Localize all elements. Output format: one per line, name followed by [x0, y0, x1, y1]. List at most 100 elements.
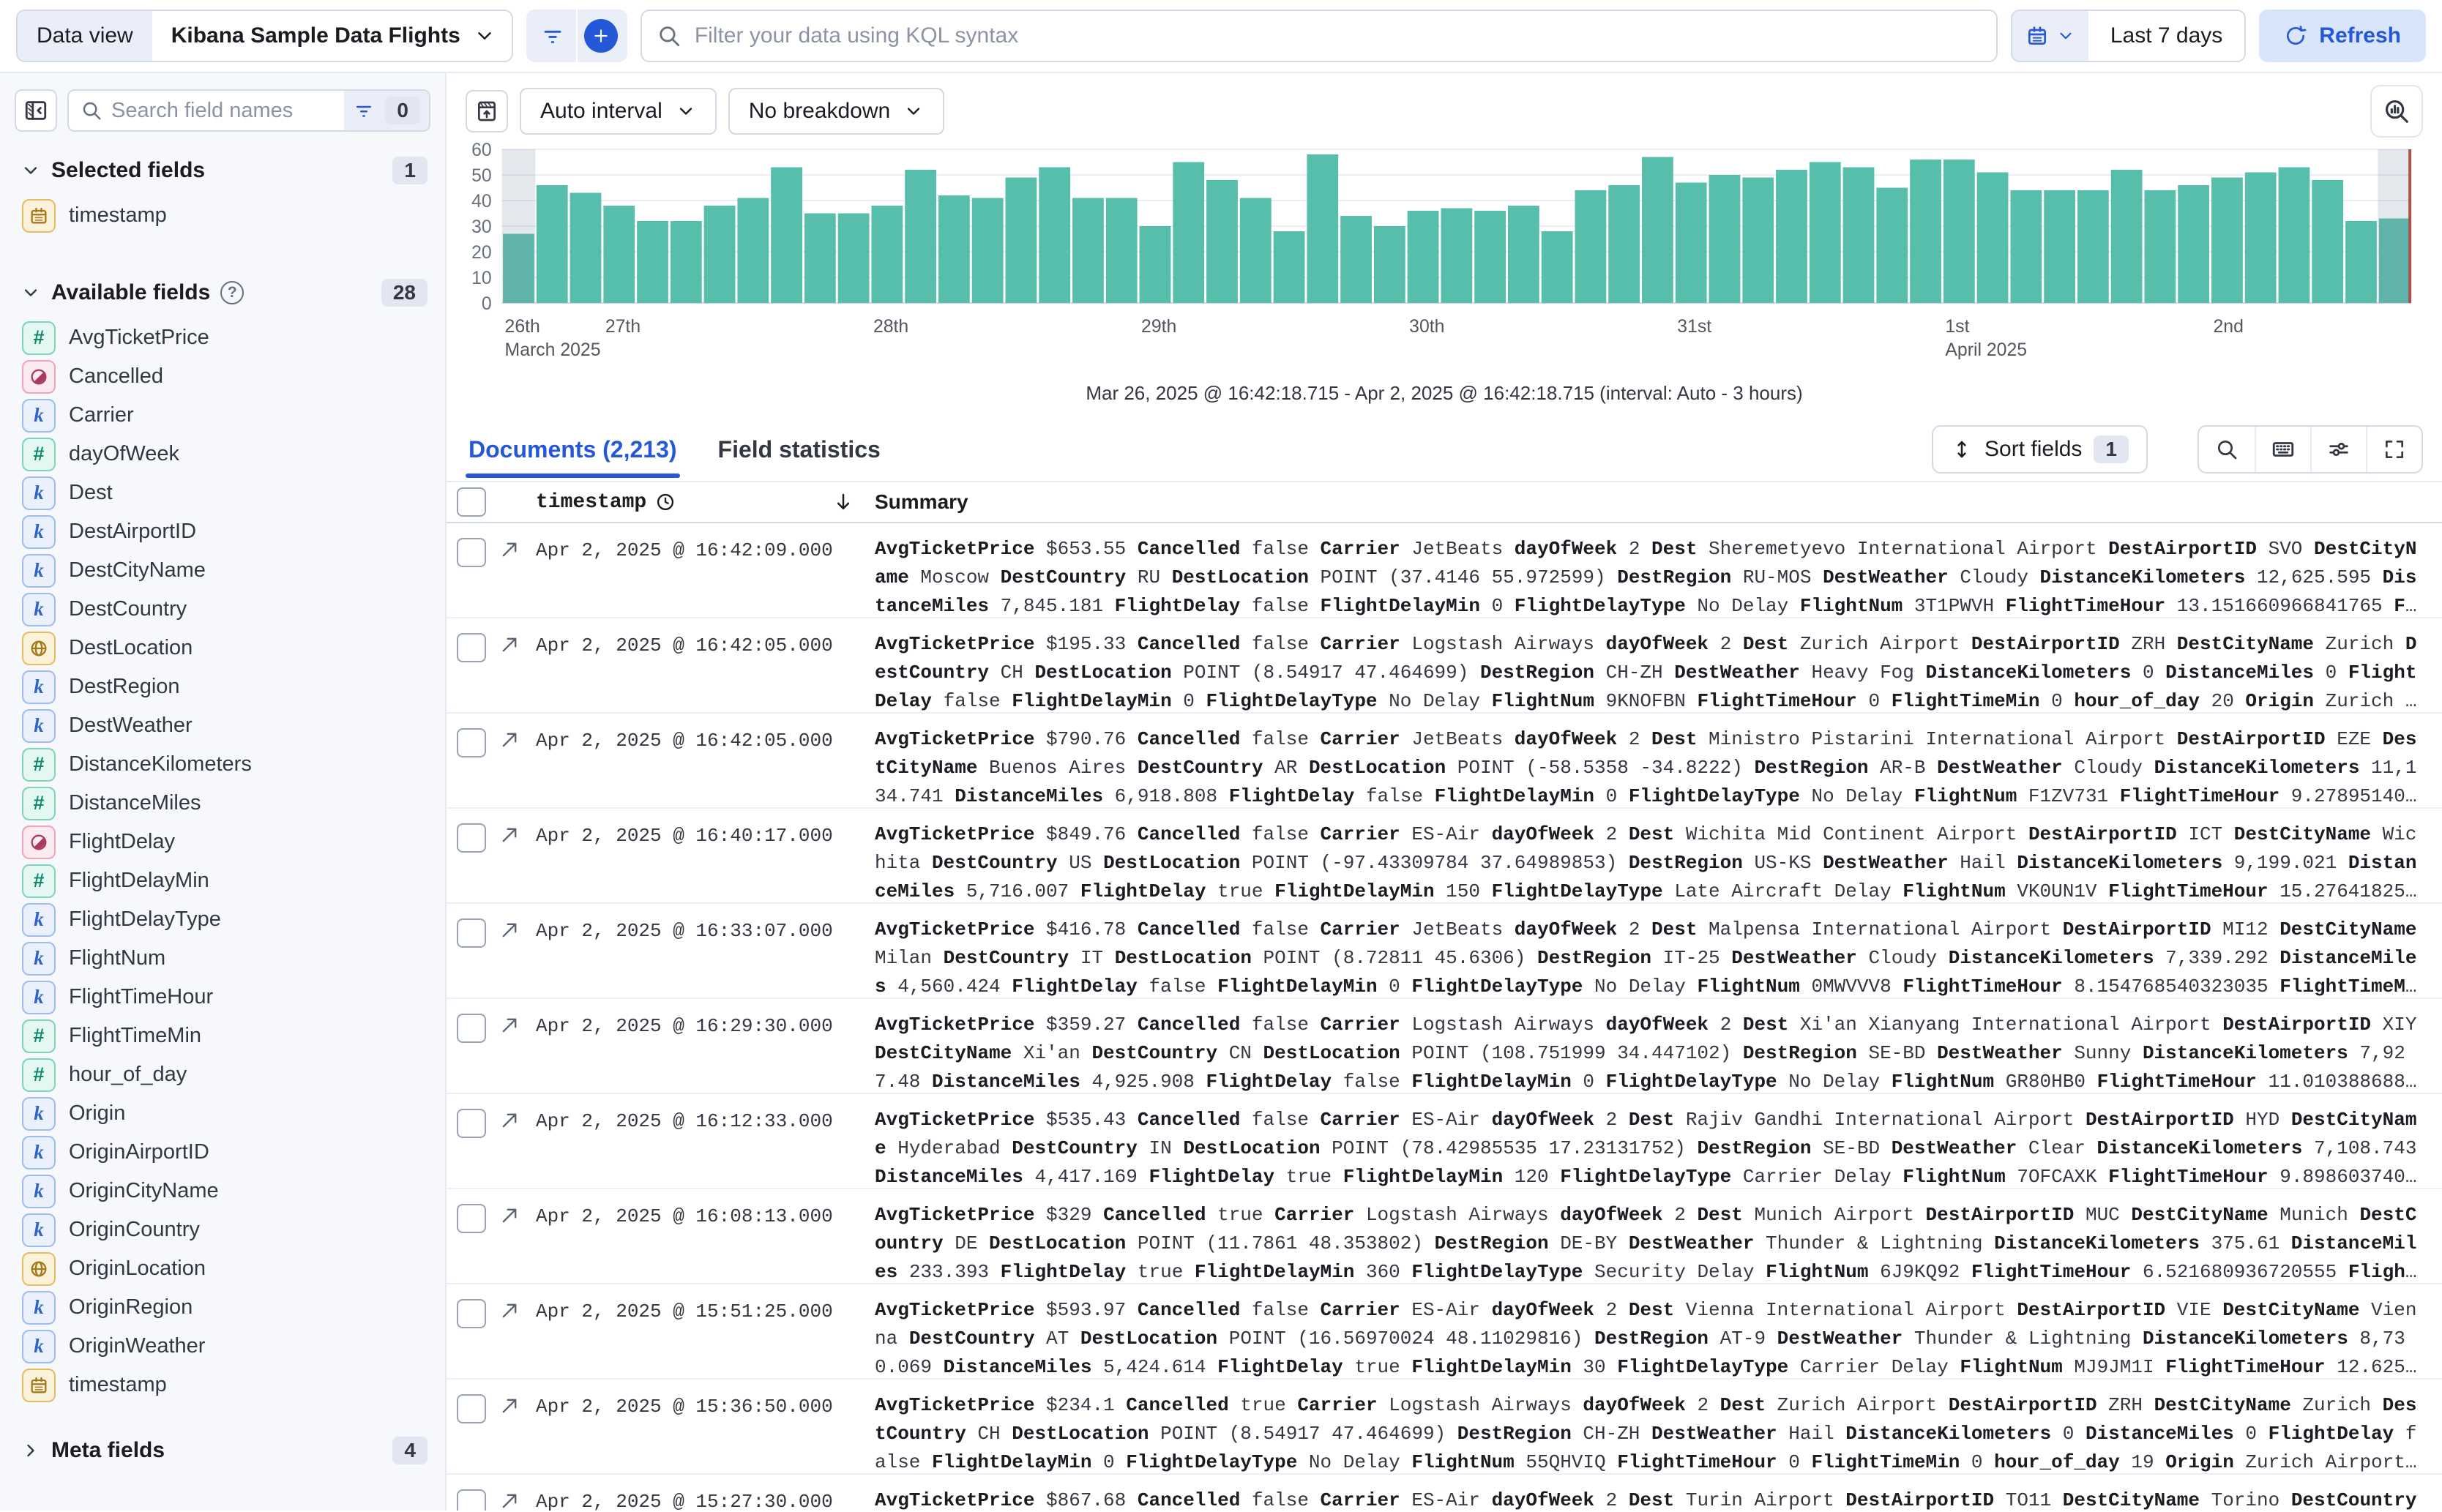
row-checkbox[interactable]	[457, 1204, 486, 1233]
available-fields-header[interactable]: Available fields ? 28	[20, 279, 427, 307]
field-search-input[interactable]	[110, 98, 344, 124]
expand-row-icon[interactable]	[499, 1300, 520, 1321]
field-filter-icon[interactable]	[353, 100, 375, 121]
fullscreen-button[interactable]	[2366, 427, 2422, 472]
filter-menu-button[interactable]	[529, 12, 576, 59]
field-item-DistanceKilometers[interactable]: #DistanceKilometers	[15, 745, 430, 784]
keyboard-shortcuts-button[interactable]	[2255, 427, 2310, 472]
expand-row-icon[interactable]	[499, 730, 520, 750]
field-name: Carrier	[69, 403, 134, 427]
field-item-DestRegion[interactable]: kDestRegion	[15, 667, 430, 706]
field-item-Cancelled[interactable]: Cancelled	[15, 357, 430, 396]
field-search-control[interactable]: 0	[67, 89, 430, 132]
time-range-value[interactable]: Last 7 days	[2088, 11, 2244, 61]
expand-row-icon[interactable]	[499, 1205, 520, 1226]
expand-row-icon[interactable]	[499, 825, 520, 845]
field-item-OriginLocation[interactable]: OriginLocation	[15, 1249, 430, 1288]
interval-selector[interactable]: Auto interval	[520, 88, 717, 135]
field-item-timestamp[interactable]: timestamp	[15, 1366, 430, 1404]
row-checkbox[interactable]	[457, 918, 486, 948]
histogram-chart[interactable]: 010203040506026thMarch 202527th28th29th3…	[447, 142, 2442, 375]
field-item-FlightNum[interactable]: kFlightNum	[15, 939, 430, 978]
meta-fields-header[interactable]: Meta fields 4	[20, 1437, 427, 1464]
field-item-FlightTimeMin[interactable]: #FlightTimeMin	[15, 1017, 430, 1055]
meta-fields-label: Meta fields	[51, 1438, 165, 1463]
field-item-dayOfWeek[interactable]: #dayOfWeek	[15, 435, 430, 474]
field-item-FlightDelayType[interactable]: kFlightDelayType	[15, 900, 430, 939]
keyword-field-icon: k	[22, 476, 56, 510]
expand-row-icon[interactable]	[499, 539, 520, 560]
field-item-hour_of_day[interactable]: #hour_of_day	[15, 1055, 430, 1094]
expand-row-icon[interactable]	[499, 1110, 520, 1131]
field-item-OriginWeather[interactable]: kOriginWeather	[15, 1327, 430, 1366]
expand-row-icon[interactable]	[499, 1015, 520, 1036]
data-view-value: Kibana Sample Data Flights	[171, 23, 460, 48]
field-item-OriginAirportID[interactable]: kOriginAirportID	[15, 1133, 430, 1172]
row-checkbox[interactable]	[457, 633, 486, 662]
add-filter-button[interactable]	[578, 12, 624, 59]
tab-field-statistics[interactable]: Field statistics	[715, 423, 884, 476]
kql-query-input[interactable]	[693, 23, 1982, 49]
field-item-timestamp[interactable]: timestamp	[15, 196, 430, 235]
hide-chart-button[interactable]	[466, 90, 508, 132]
display-options-button[interactable]	[2310, 427, 2366, 472]
search-in-table-button[interactable]	[2199, 427, 2255, 472]
field-item-AvgTicketPrice[interactable]: #AvgTicketPrice	[15, 318, 430, 357]
collapse-sidebar-button[interactable]	[15, 89, 57, 132]
row-checkbox[interactable]	[457, 538, 486, 567]
select-all-checkbox[interactable]	[457, 487, 486, 517]
field-item-FlightTimeHour[interactable]: kFlightTimeHour	[15, 978, 430, 1017]
row-checkbox[interactable]	[457, 823, 486, 853]
field-item-OriginCityName[interactable]: kOriginCityName	[15, 1172, 430, 1210]
collapse-sidebar-icon	[23, 98, 48, 123]
tab-documents[interactable]: Documents (2,213)	[466, 423, 680, 476]
field-item-DestAirportID[interactable]: kDestAirportID	[15, 512, 430, 551]
field-item-DestCityName[interactable]: kDestCityName	[15, 551, 430, 590]
field-item-Origin[interactable]: kOrigin	[15, 1094, 430, 1133]
row-summary: AvgTicketPrice $849.76 Cancelled false C…	[875, 819, 2423, 906]
edit-visualization-button[interactable]	[2370, 85, 2423, 138]
summary-column-header[interactable]: Summary	[875, 490, 2442, 514]
row-checkbox[interactable]	[457, 1299, 486, 1328]
field-item-DestCountry[interactable]: kDestCountry	[15, 590, 430, 629]
table-row: Apr 2, 2025 @ 16:40:17.000AvgTicketPrice…	[447, 809, 2442, 904]
expand-row-icon[interactable]	[499, 635, 520, 655]
field-item-DestWeather[interactable]: kDestWeather	[15, 706, 430, 745]
field-item-FlightDelayMin[interactable]: #FlightDelayMin	[15, 861, 430, 900]
row-timestamp: Apr 2, 2025 @ 16:42:05.000	[536, 724, 832, 752]
field-item-DistanceMiles[interactable]: #DistanceMiles	[15, 784, 430, 823]
data-view-picker[interactable]: Data view Kibana Sample Data Flights	[16, 10, 513, 62]
timestamp-column-header[interactable]: timestamp	[536, 491, 646, 514]
expand-row-icon[interactable]	[499, 1396, 520, 1416]
refresh-button[interactable]: Refresh	[2259, 10, 2426, 62]
field-item-Carrier[interactable]: kCarrier	[15, 396, 430, 435]
sort-fields-button[interactable]: Sort fields 1	[1932, 425, 2148, 474]
top-bar: Data view Kibana Sample Data Flights Las…	[0, 0, 2442, 73]
field-item-DestLocation[interactable]: DestLocation	[15, 629, 430, 667]
row-checkbox[interactable]	[457, 1014, 486, 1043]
field-name: FlightTimeHour	[69, 985, 213, 1009]
kql-search-bar[interactable]	[641, 10, 1998, 62]
field-item-OriginCountry[interactable]: kOriginCountry	[15, 1210, 430, 1249]
help-icon[interactable]: ?	[220, 281, 244, 304]
selected-fields-header[interactable]: Selected fields 1	[20, 157, 427, 184]
keyword-field-icon: k	[22, 709, 56, 743]
svg-text:40: 40	[471, 191, 492, 212]
table-row: Apr 2, 2025 @ 15:27:30.000AvgTicketPrice…	[447, 1475, 2442, 1511]
boolean-field-icon	[22, 360, 56, 394]
refresh-label: Refresh	[2319, 23, 2401, 48]
row-checkbox[interactable]	[457, 728, 486, 757]
field-item-FlightDelay[interactable]: FlightDelay	[15, 823, 430, 861]
expand-row-icon[interactable]	[499, 1491, 520, 1511]
breakdown-selector[interactable]: No breakdown	[728, 88, 944, 135]
geo_point-field-icon	[22, 632, 56, 665]
field-item-OriginRegion[interactable]: kOriginRegion	[15, 1288, 430, 1327]
field-item-Dest[interactable]: kDest	[15, 474, 430, 512]
sort-descending-icon[interactable]	[832, 491, 854, 513]
date-range-picker[interactable]: Last 7 days	[2011, 10, 2246, 62]
row-checkbox[interactable]	[457, 1109, 486, 1138]
row-checkbox[interactable]	[457, 1489, 486, 1511]
quick-select-menu[interactable]	[2012, 11, 2088, 61]
expand-row-icon[interactable]	[499, 920, 520, 940]
row-checkbox[interactable]	[457, 1394, 486, 1423]
